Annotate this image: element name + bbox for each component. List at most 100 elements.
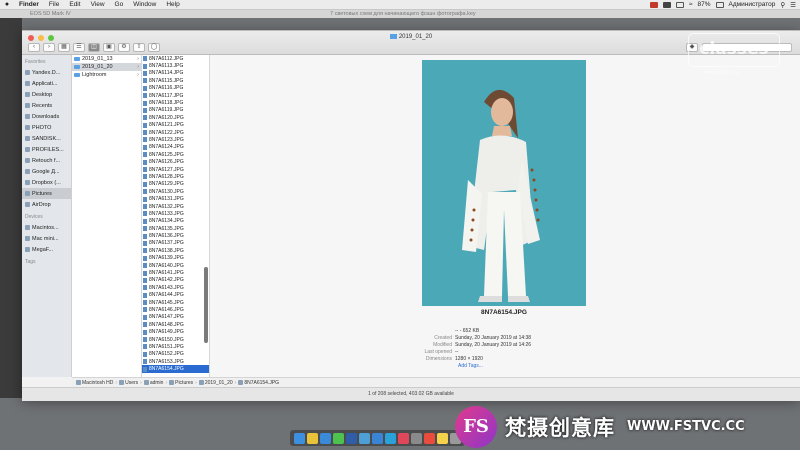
sidebar-item[interactable]: Desktop xyxy=(22,89,71,100)
file-row[interactable]: 8N7A6129.JPG xyxy=(142,181,209,188)
keynote-icon[interactable] xyxy=(372,432,383,444)
folder-row[interactable]: 2019_01_20 › xyxy=(72,63,141,71)
lightroom-icon[interactable] xyxy=(359,432,370,444)
file-row[interactable]: 8N7A6124.JPG xyxy=(142,144,209,151)
sidebar-item[interactable]: Retouch f... xyxy=(22,155,71,166)
display-icon[interactable] xyxy=(675,1,684,8)
path-item[interactable]: Macintosh HD xyxy=(76,380,113,386)
menu-edit[interactable]: Edit xyxy=(64,1,85,8)
path-item[interactable]: 2019_01_20 xyxy=(198,380,233,386)
file-row[interactable]: 8N7A6139.JPG xyxy=(142,255,209,262)
menu-help[interactable]: Help xyxy=(161,1,184,8)
file-row[interactable]: 8N7A6147.JPG xyxy=(142,314,209,321)
sidebar-item[interactable]: Google Д... xyxy=(22,166,71,177)
file-row[interactable]: 8N7A6134.JPG xyxy=(142,218,209,225)
sidebar-item[interactable]: SANDISK... xyxy=(22,133,71,144)
file-row[interactable]: 8N7A6143.JPG xyxy=(142,284,209,291)
path-item[interactable]: admin xyxy=(143,380,163,386)
file-row[interactable]: 8N7A6115.JPG xyxy=(142,77,209,84)
file-row[interactable]: 8N7A6127.JPG xyxy=(142,166,209,173)
file-row[interactable]: 8N7A6120.JPG xyxy=(142,114,209,121)
apple-icon[interactable]: ● xyxy=(0,1,14,8)
file-row[interactable]: 8N7A6149.JPG xyxy=(142,328,209,335)
file-row[interactable]: 8N7A6141.JPG xyxy=(142,269,209,276)
folder-row[interactable]: 2019_01_13 › xyxy=(72,55,141,63)
file-row[interactable]: 8N7A6131.JPG xyxy=(142,195,209,202)
icon-view-button[interactable]: ▦ xyxy=(58,43,70,52)
file-column-scrollbar[interactable] xyxy=(204,267,208,343)
file-row[interactable]: 8N7A6126.JPG xyxy=(142,158,209,165)
sidebar-device-item[interactable]: Macintos... xyxy=(22,222,71,233)
battery-level[interactable]: 87% xyxy=(697,1,710,8)
chrome-icon[interactable] xyxy=(307,432,318,444)
menu-list-icon[interactable]: ☰ xyxy=(790,1,796,9)
calendar-icon[interactable] xyxy=(424,432,435,444)
share-button[interactable]: ⇧ xyxy=(133,43,145,52)
file-row[interactable]: 8N7A6112.JPG xyxy=(142,55,209,62)
file-row[interactable]: 8N7A6130.JPG xyxy=(142,188,209,195)
folder-row[interactable]: Lightroom › xyxy=(72,71,141,79)
gallery-view-button[interactable]: ▣ xyxy=(103,43,115,52)
menu-finder[interactable]: Finder xyxy=(14,1,44,8)
file-row[interactable]: 8N7A6133.JPG xyxy=(142,210,209,217)
menu-file[interactable]: File xyxy=(44,1,64,8)
path-item[interactable]: Pictures xyxy=(169,380,193,386)
file-row[interactable]: 8N7A6146.JPG xyxy=(142,306,209,313)
path-item[interactable]: 8N7A6154.JPG xyxy=(238,380,279,386)
sidebar-item[interactable]: AirDrop xyxy=(22,199,71,210)
notes-icon[interactable] xyxy=(437,432,448,444)
sidebar-item[interactable]: Yandex.D... xyxy=(22,67,71,78)
file-row[interactable]: 8N7A6136.JPG xyxy=(142,232,209,239)
file-row[interactable]: 8N7A6137.JPG xyxy=(142,240,209,247)
file-row[interactable]: 8N7A6132.JPG xyxy=(142,203,209,210)
file-row[interactable]: 8N7A6154.JPG xyxy=(142,365,209,373)
file-row[interactable]: 8N7A6135.JPG xyxy=(142,225,209,232)
settings-icon[interactable] xyxy=(411,432,422,444)
file-row[interactable]: 8N7A6148.JPG xyxy=(142,321,209,328)
wifi-icon[interactable]: ≈ xyxy=(689,1,693,8)
sidebar-item[interactable]: Pictures xyxy=(22,188,71,199)
column-view-button[interactable]: ◫ xyxy=(88,43,100,52)
file-row[interactable]: 8N7A6125.JPG xyxy=(142,151,209,158)
sidebar-device-item[interactable]: MegaF... xyxy=(22,244,71,255)
file-row[interactable]: 8N7A6123.JPG xyxy=(142,136,209,143)
screen-icon[interactable] xyxy=(662,1,671,8)
file-row[interactable]: 8N7A6150.JPG xyxy=(142,336,209,343)
file-row[interactable]: 8N7A6142.JPG xyxy=(142,277,209,284)
telegram-icon[interactable] xyxy=(385,432,396,444)
file-row[interactable]: 8N7A6113.JPG xyxy=(142,62,209,69)
file-row[interactable]: 8N7A6122.JPG xyxy=(142,129,209,136)
file-row[interactable]: 8N7A6116.JPG xyxy=(142,85,209,92)
menu-window[interactable]: Window xyxy=(128,1,161,8)
sidebar-item[interactable]: Applicati... xyxy=(22,78,71,89)
file-row[interactable]: 8N7A6121.JPG xyxy=(142,122,209,129)
sidebar-item[interactable]: Recents xyxy=(22,100,71,111)
menu-view[interactable]: View xyxy=(86,1,110,8)
file-row[interactable]: 8N7A6138.JPG xyxy=(142,247,209,254)
mail-icon[interactable] xyxy=(320,432,331,444)
tags-button[interactable]: ◯ xyxy=(148,43,160,52)
file-row[interactable]: 8N7A6128.JPG xyxy=(142,173,209,180)
file-row[interactable]: 8N7A6119.JPG xyxy=(142,107,209,114)
menu-go[interactable]: Go xyxy=(110,1,129,8)
record-icon[interactable] xyxy=(649,1,658,8)
file-row[interactable]: 8N7A6145.JPG xyxy=(142,299,209,306)
list-view-button[interactable]: ☰ xyxy=(73,43,85,52)
file-row[interactable]: 8N7A6144.JPG xyxy=(142,292,209,299)
file-row[interactable]: 8N7A6151.JPG xyxy=(142,343,209,350)
photoshop-icon[interactable] xyxy=(346,432,357,444)
file-row[interactable]: 8N7A6153.JPG xyxy=(142,358,209,365)
add-tags-link[interactable]: Add Tags... xyxy=(410,363,483,369)
file-row[interactable]: 8N7A6118.JPG xyxy=(142,99,209,106)
forward-button[interactable]: › xyxy=(43,43,55,52)
file-row[interactable]: 8N7A6114.JPG xyxy=(142,70,209,77)
action-gear-button[interactable]: ⚙ xyxy=(118,43,130,52)
sidebar-item[interactable]: Dropbox (... xyxy=(22,177,71,188)
sidebar-item[interactable]: Downloads xyxy=(22,111,71,122)
sidebar-device-item[interactable]: Mac mini... xyxy=(22,233,71,244)
sidebar-item[interactable]: PHOTO xyxy=(22,122,71,133)
search-icon[interactable]: ⚲ xyxy=(780,1,785,9)
messages-icon[interactable] xyxy=(333,432,344,444)
music-icon[interactable] xyxy=(398,432,409,444)
file-row[interactable]: 8N7A6117.JPG xyxy=(142,92,209,99)
